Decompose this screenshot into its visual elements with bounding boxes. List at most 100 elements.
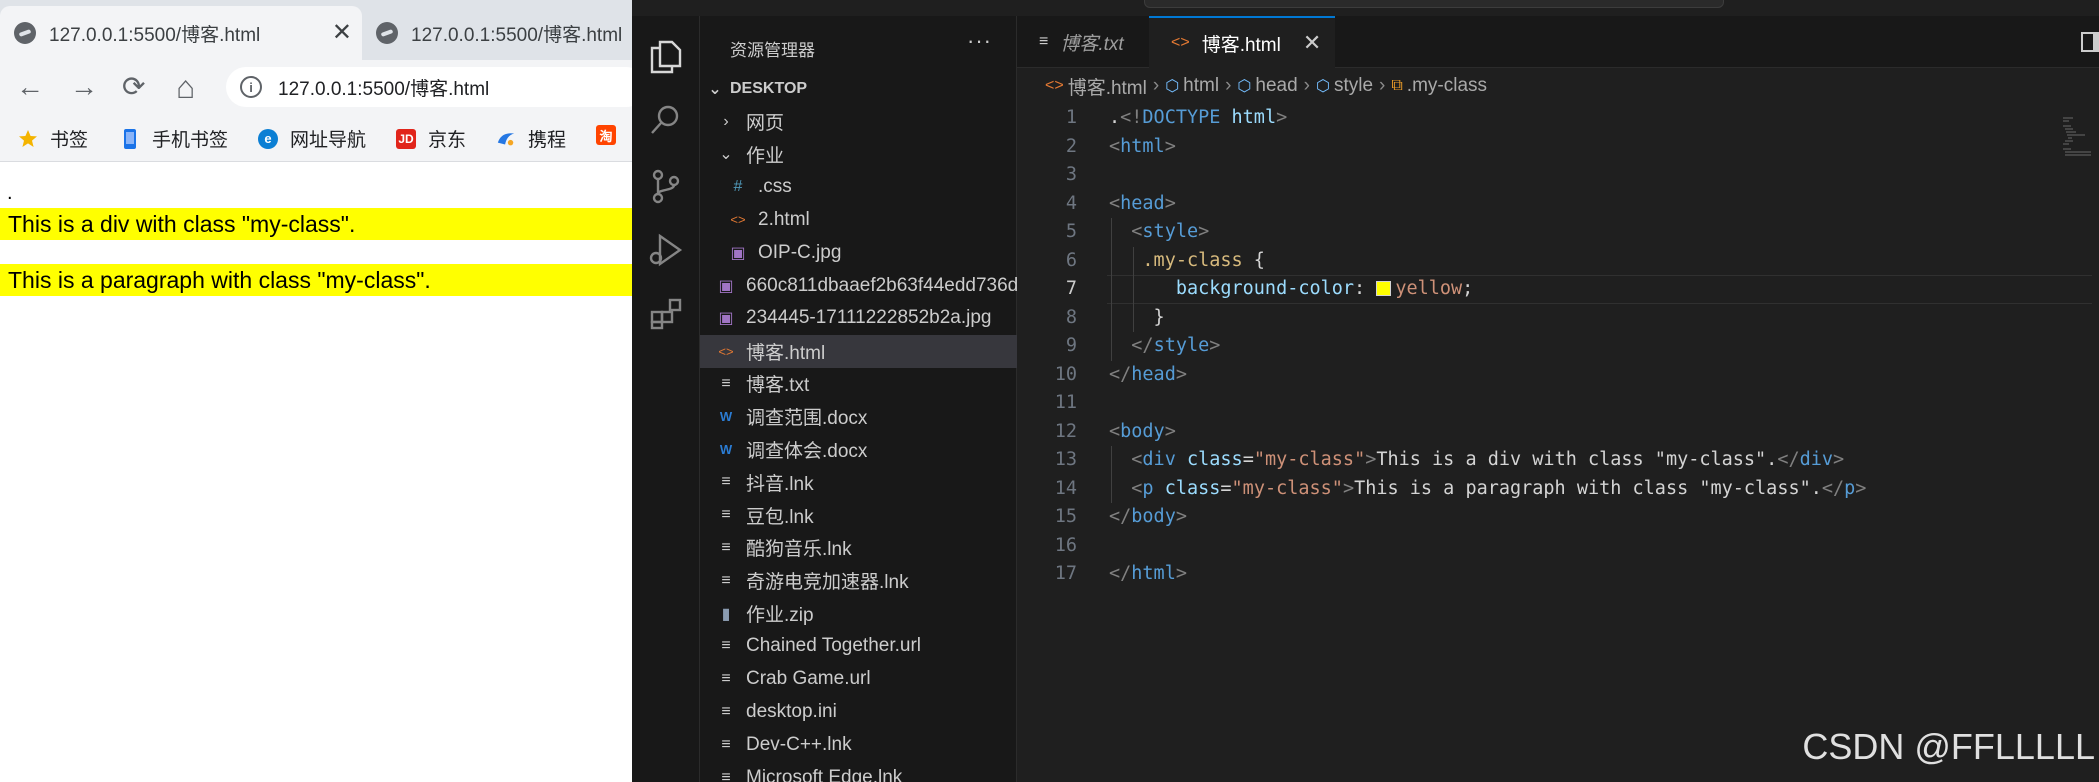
run-debug-icon[interactable] xyxy=(646,230,686,270)
code-line[interactable]: 10 </head> xyxy=(1017,361,2099,390)
file-tree-item[interactable]: ≡ desktop.ini xyxy=(700,695,1017,728)
title-bar xyxy=(632,0,2099,16)
code-editor[interactable]: 1 .<!DOCTYPE html> 2 <html> 3 4 <head> 5 <style… xyxy=(1017,104,2099,782)
address-url[interactable]: 127.0.0.1:5500/博客.html xyxy=(278,74,489,101)
code-token: div xyxy=(1142,449,1176,470)
code-line[interactable]: 4 <head> xyxy=(1017,190,2099,219)
color-swatch-icon[interactable] xyxy=(1376,281,1392,296)
bookmark-item[interactable]: 书签 xyxy=(18,125,88,152)
bookmark-item[interactable]: 淘 xyxy=(596,125,628,145)
browser-tab-active[interactable]: 127.0.0.1:5500/博客.html ✕ xyxy=(0,6,362,60)
file-tree-item[interactable]: ≡ 抖音.lnk xyxy=(700,466,1017,499)
breadcrumb-item[interactable]: style xyxy=(1334,75,1373,97)
bookmark-item[interactable]: JD 京东 xyxy=(396,125,466,152)
source-control-icon[interactable] xyxy=(646,166,686,206)
back-button[interactable]: ← xyxy=(16,70,44,104)
breadcrumb-item[interactable]: 博客.html xyxy=(1068,73,1147,100)
breadcrumb-item[interactable]: .my-class xyxy=(1407,75,1487,97)
text-file-icon: ≡ xyxy=(721,702,731,720)
image-icon: ▣ xyxy=(718,310,734,328)
bookmark-item[interactable]: 携程 xyxy=(496,125,566,152)
code-line[interactable]: 9 </style> xyxy=(1017,332,2099,361)
bookmark-item[interactable]: 手机书签 xyxy=(120,125,228,152)
file-tree-item[interactable]: ≡ 酷狗音乐.lnk xyxy=(700,531,1017,564)
code-line[interactable]: 15 </body> xyxy=(1017,503,2099,532)
code-line[interactable]: 13 <div class="my-class">This is a div w… xyxy=(1017,446,2099,475)
code-line[interactable]: 17 </html> xyxy=(1017,560,2099,589)
close-icon[interactable]: ✕ xyxy=(1303,30,1321,56)
file-tree-item[interactable]: ⌄ 作业 xyxy=(700,138,1017,171)
search-icon[interactable] xyxy=(646,100,686,140)
file-tree-item[interactable]: ≡ Crab Game.url xyxy=(700,663,1017,696)
code-line[interactable]: 5 <style> xyxy=(1017,218,2099,247)
browser-tab-strip: 127.0.0.1:5500/博客.html ✕ 127.0.0.1:5500/… xyxy=(0,0,632,60)
file-tree-item[interactable]: ≡ 豆包.lnk xyxy=(700,499,1017,532)
css-icon: # xyxy=(733,178,743,196)
file-tree-item[interactable]: ≡ Chained Together.url xyxy=(700,630,1017,663)
line-number: 9 xyxy=(1065,335,1077,356)
home-button[interactable]: ⌂ xyxy=(176,70,195,104)
file-tree-item[interactable]: <> 博客.html xyxy=(700,334,1017,368)
code-line[interactable]: 1 .<!DOCTYPE html> xyxy=(1017,104,2099,133)
file-tree-item[interactable]: ≡ Dev-C++.lnk xyxy=(700,728,1017,761)
code-line[interactable]: 12 <body> xyxy=(1017,418,2099,447)
close-tab-icon[interactable]: ✕ xyxy=(332,18,352,47)
browser-tab[interactable]: 127.0.0.1:5500/博客.html xyxy=(362,6,632,60)
code-line[interactable]: 11 xyxy=(1017,389,2099,418)
file-tree-item[interactable]: W 调查体会.docx xyxy=(700,433,1017,466)
code-token: background-color xyxy=(1175,278,1355,299)
code-token: html xyxy=(1120,135,1165,157)
code-token: html xyxy=(1131,563,1176,584)
code-token: < xyxy=(1109,192,1121,214)
site-info-icon[interactable]: i xyxy=(240,76,262,98)
bookmark-label: 手机书签 xyxy=(152,130,229,151)
code-line[interactable]: 3 xyxy=(1017,161,2099,190)
explorer-icon[interactable] xyxy=(646,36,686,76)
editor-tab-active[interactable]: <> 博客.html ✕ xyxy=(1149,16,1336,68)
file-tree-label: 抖音.lnk xyxy=(746,473,814,495)
file-tree-item[interactable]: # .css xyxy=(700,171,1017,204)
code-token: class xyxy=(1186,449,1243,470)
file-tree-item[interactable]: ▣ OIP-C.jpg xyxy=(700,236,1017,269)
file-tree-label: Crab Game.url xyxy=(746,668,871,690)
breadcrumb-item[interactable]: html xyxy=(1183,75,1219,97)
file-tree-item[interactable]: ≡ 奇游电竞加速器.lnk xyxy=(700,564,1017,597)
breadcrumb-item[interactable]: head xyxy=(1255,75,1297,97)
bookmark-item[interactable]: e 网址导航 xyxy=(258,125,366,152)
forward-button[interactable]: → xyxy=(70,70,98,104)
file-tree-item[interactable]: W 调查范围.docx xyxy=(700,400,1017,433)
file-tree-label: 奇游电竞加速器.lnk xyxy=(746,572,909,594)
file-tree-item[interactable]: ▣ 234445-17111222852b2a.jpg xyxy=(700,302,1017,335)
html-icon: <> xyxy=(1045,77,1064,94)
code-token: > xyxy=(1175,363,1187,385)
code-line[interactable]: 8 } xyxy=(1017,304,2099,333)
file-tree-label: 网页 xyxy=(746,113,785,134)
file-tree-label: 调查体会.docx xyxy=(746,441,868,462)
code-token: > xyxy=(1175,506,1187,527)
file-tree-item[interactable]: › 网页 xyxy=(700,105,1017,138)
code-line[interactable]: 6 .my-class { xyxy=(1017,247,2099,276)
web-page-content: . This is a div with class "my-class". T… xyxy=(0,162,632,782)
address-bar[interactable]: i 127.0.0.1:5500/博客.html xyxy=(226,67,632,107)
extensions-icon[interactable] xyxy=(646,294,686,334)
code-token: "my-class" xyxy=(1253,449,1366,470)
code-line[interactable]: 2 <html> xyxy=(1017,133,2099,162)
file-tree-item[interactable]: <> 2.html xyxy=(700,203,1017,236)
file-tree-item[interactable]: ▮ 作业.zip xyxy=(700,597,1017,630)
split-editor-icon[interactable] xyxy=(2081,32,2099,52)
desktop-folder-header[interactable]: ⌄ DESKTOP xyxy=(700,74,1017,104)
code-line[interactable]: 14 <p class="my-class">This is a paragra… xyxy=(1017,475,2099,504)
file-tree-item[interactable]: ≡ 博客.txt xyxy=(700,367,1017,400)
code-token: < xyxy=(1131,449,1143,470)
reload-button[interactable]: ⟳ xyxy=(122,70,145,104)
code-line[interactable]: 16 xyxy=(1017,532,2099,561)
command-center-search[interactable] xyxy=(1144,0,1724,8)
editor-tab[interactable]: ≡ 博客.txt xyxy=(1017,16,1149,68)
file-tree-item[interactable]: ≡ Microsoft Edge.lnk xyxy=(700,761,1017,782)
more-actions-icon[interactable]: ··· xyxy=(967,28,992,54)
minimap[interactable] xyxy=(2061,116,2091,156)
file-tree-item[interactable]: ▣ 660c811dbaaef2b63f44edd736dfc46... xyxy=(700,269,1017,302)
code-token: body xyxy=(1120,420,1165,442)
code-token: style xyxy=(1142,221,1199,242)
code-line[interactable]: 7 background-color: yellow; xyxy=(1017,275,2099,304)
